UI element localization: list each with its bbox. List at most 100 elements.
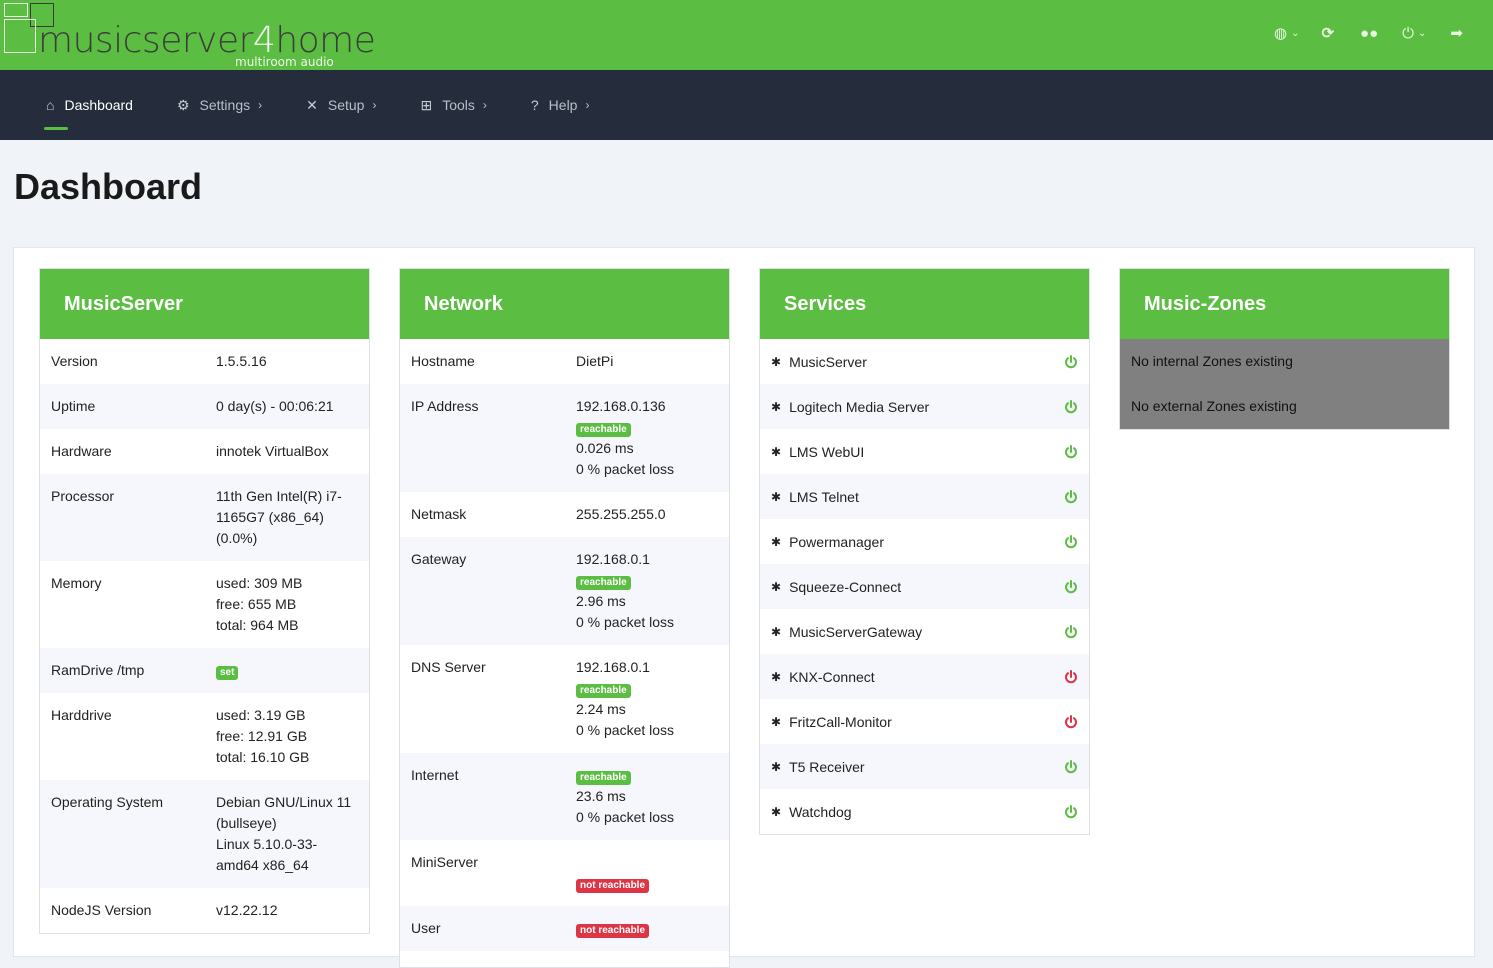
value-line: 0 day(s) - 00:06:21	[216, 398, 334, 414]
service-row: ✱ LMS Telnet	[760, 474, 1089, 519]
status-badge: reachable	[576, 423, 631, 437]
logout-button[interactable]: ➡	[1450, 24, 1463, 42]
service-row: ✱ MusicServer	[760, 339, 1089, 384]
value-line: free: 655 MB	[216, 596, 297, 612]
row-value: 192.168.0.1 reachable 2.96 ms 0 % packet lo…	[576, 549, 718, 633]
info-row: RamDrive /tmp set	[40, 648, 369, 693]
gear-icon: ✱	[771, 354, 782, 369]
info-row: Operating System Debian GNU/Linux 11 (bull…	[40, 780, 369, 888]
value-line: 2.24 ms	[576, 701, 626, 717]
row-value: 255.255.255.0	[576, 504, 718, 525]
row-value: 11th Gen Intel(R) i7- 1165G7 (x86_64) (0.0…	[216, 486, 358, 549]
row-value: 192.168.0.136 reachable 0.026 ms 0 % packet…	[576, 396, 718, 480]
gear-icon: ✱	[771, 714, 782, 729]
main-nav: ⌂ Dashboard ⚙ Settings › ✕ Setup › ⊞ Tools ›? Help ›	[0, 70, 1493, 140]
row-label: NodeJS Version	[51, 902, 152, 918]
row-label: User	[411, 920, 441, 936]
nav-settings[interactable]: ⚙ Settings ›	[177, 97, 262, 114]
refresh-button[interactable]: ⟳	[1321, 24, 1334, 42]
info-row: Version 1.5.5.16	[40, 339, 369, 384]
service-row: ✱ Watchdog	[760, 789, 1089, 834]
services-card: Services ✱ MusicServer ✱ Logitech Media Ser…	[759, 268, 1090, 835]
gear-icon: ✱	[771, 399, 782, 414]
refresh-icon: ⟳	[1321, 25, 1335, 42]
power-icon[interactable]	[1064, 354, 1078, 369]
row-label: Internet	[411, 767, 459, 783]
service-row: ✱ MusicServerGateway	[760, 609, 1089, 654]
page-title: Dashboard	[14, 166, 203, 207]
service-name: LMS Telnet	[789, 488, 859, 505]
service-row: ✱ Logitech Media Server	[760, 384, 1089, 429]
row-value: 0 day(s) - 00:06:21	[216, 396, 358, 417]
music-zones-card: Music-Zones No internal Zones existing N…	[1119, 268, 1450, 430]
dashboard-icon: ⌂	[46, 97, 55, 113]
row-label: MiniServer	[411, 854, 478, 870]
service-row: ✱ Squeeze-Connect	[760, 564, 1089, 609]
power-icon[interactable]	[1064, 624, 1078, 639]
row-value: not reachable	[576, 918, 718, 939]
service-name: T5 Receiver	[789, 758, 865, 775]
setup-icon: ✕	[306, 96, 318, 113]
row-label: Processor	[51, 488, 115, 504]
globe-icon: ◍	[1273, 25, 1288, 42]
service-name: FritzCall-Monitor	[789, 713, 892, 730]
top-header: musicserver4home multiroom audio ◍ ⌄ ⟳ ●●…	[0, 0, 1493, 70]
nav-label: Dashboard	[64, 97, 133, 113]
row-value: Debian GNU/Linux 11 (bullseye) Linux 5.10.…	[216, 792, 358, 876]
status-badge: set	[216, 666, 239, 680]
value-line: 0 % packet loss	[576, 809, 675, 825]
info-row: Processor 11th Gen Intel(R) i7- 1165G7 (x8…	[40, 474, 369, 561]
power-icon[interactable]	[1064, 579, 1078, 594]
power-icon[interactable]	[1064, 399, 1078, 414]
nav-setup[interactable]: ✕ Setup ›	[306, 97, 376, 114]
power-icon[interactable]	[1064, 534, 1078, 549]
tagline: multiroom audio	[235, 55, 334, 69]
power-icon[interactable]	[1064, 444, 1078, 459]
chevron-right-icon: ›	[585, 98, 590, 112]
service-name: LMS WebUI	[789, 443, 865, 460]
power-icon[interactable]	[1064, 489, 1078, 504]
network-card: Network Hostname DietPi IP Address 192.168.…	[399, 268, 730, 968]
tools-icon: ⊞	[420, 96, 433, 113]
help-icon: ?	[530, 97, 539, 113]
chevron-right-icon: ›	[258, 98, 263, 112]
power-icon[interactable]	[1064, 669, 1078, 684]
power-menu-button[interactable]: ⏻ ⌄	[1402, 24, 1426, 42]
row-label: Hostname	[411, 353, 475, 369]
status-badge: not reachable	[576, 879, 650, 893]
language-menu-button[interactable]: ◍ ⌄	[1274, 24, 1299, 42]
row-value: 1.5.5.16	[216, 351, 358, 372]
value-line: 255.255.255.0	[576, 506, 666, 522]
power-icon[interactable]	[1064, 714, 1078, 729]
value-line: (bullseye)	[216, 815, 277, 831]
info-row: DNS Server 192.168.0.1 reachable 2.24 ms 0 %…	[400, 645, 729, 753]
logo[interactable]: musicserver4home multiroom audio	[4, 3, 376, 69]
info-row: Hardware innotek VirtualBox	[40, 429, 369, 474]
nav-tools[interactable]: ⊞ Tools ›	[420, 97, 486, 114]
nav-label: Help	[548, 97, 578, 113]
service-name: MusicServer	[789, 353, 867, 370]
users-button[interactable]: ●●	[1360, 24, 1378, 42]
row-label: IP Address	[411, 398, 479, 414]
info-row: MiniServer not reachable	[400, 840, 729, 906]
row-label: Version	[51, 353, 98, 369]
nav-help[interactable]: ? Help ›	[531, 97, 590, 113]
row-value: v12.22.12	[216, 900, 358, 921]
row-label: Uptime	[51, 398, 96, 414]
value-line: 2.96 ms	[576, 593, 626, 609]
row-label: Memory	[51, 575, 102, 591]
row-value: not reachable	[576, 852, 718, 894]
info-row: User not reachable	[400, 906, 729, 951]
power-icon: ⏻	[1402, 24, 1415, 42]
nav-dashboard[interactable]: ⌂ Dashboard	[44, 97, 133, 130]
value-line: 1.5.5.16	[216, 353, 267, 369]
info-row: Netmask 255.255.255.0	[400, 492, 729, 537]
power-icon[interactable]	[1064, 804, 1078, 819]
value-line: 0 % packet loss	[576, 614, 675, 630]
badge-wrap: reachable	[576, 765, 718, 786]
nav-label: Settings	[199, 97, 251, 113]
power-icon[interactable]	[1064, 759, 1078, 774]
chevron-right-icon: ›	[372, 98, 377, 112]
service-row: ✱ LMS WebUI	[760, 429, 1089, 474]
card-title: Network	[400, 269, 729, 339]
